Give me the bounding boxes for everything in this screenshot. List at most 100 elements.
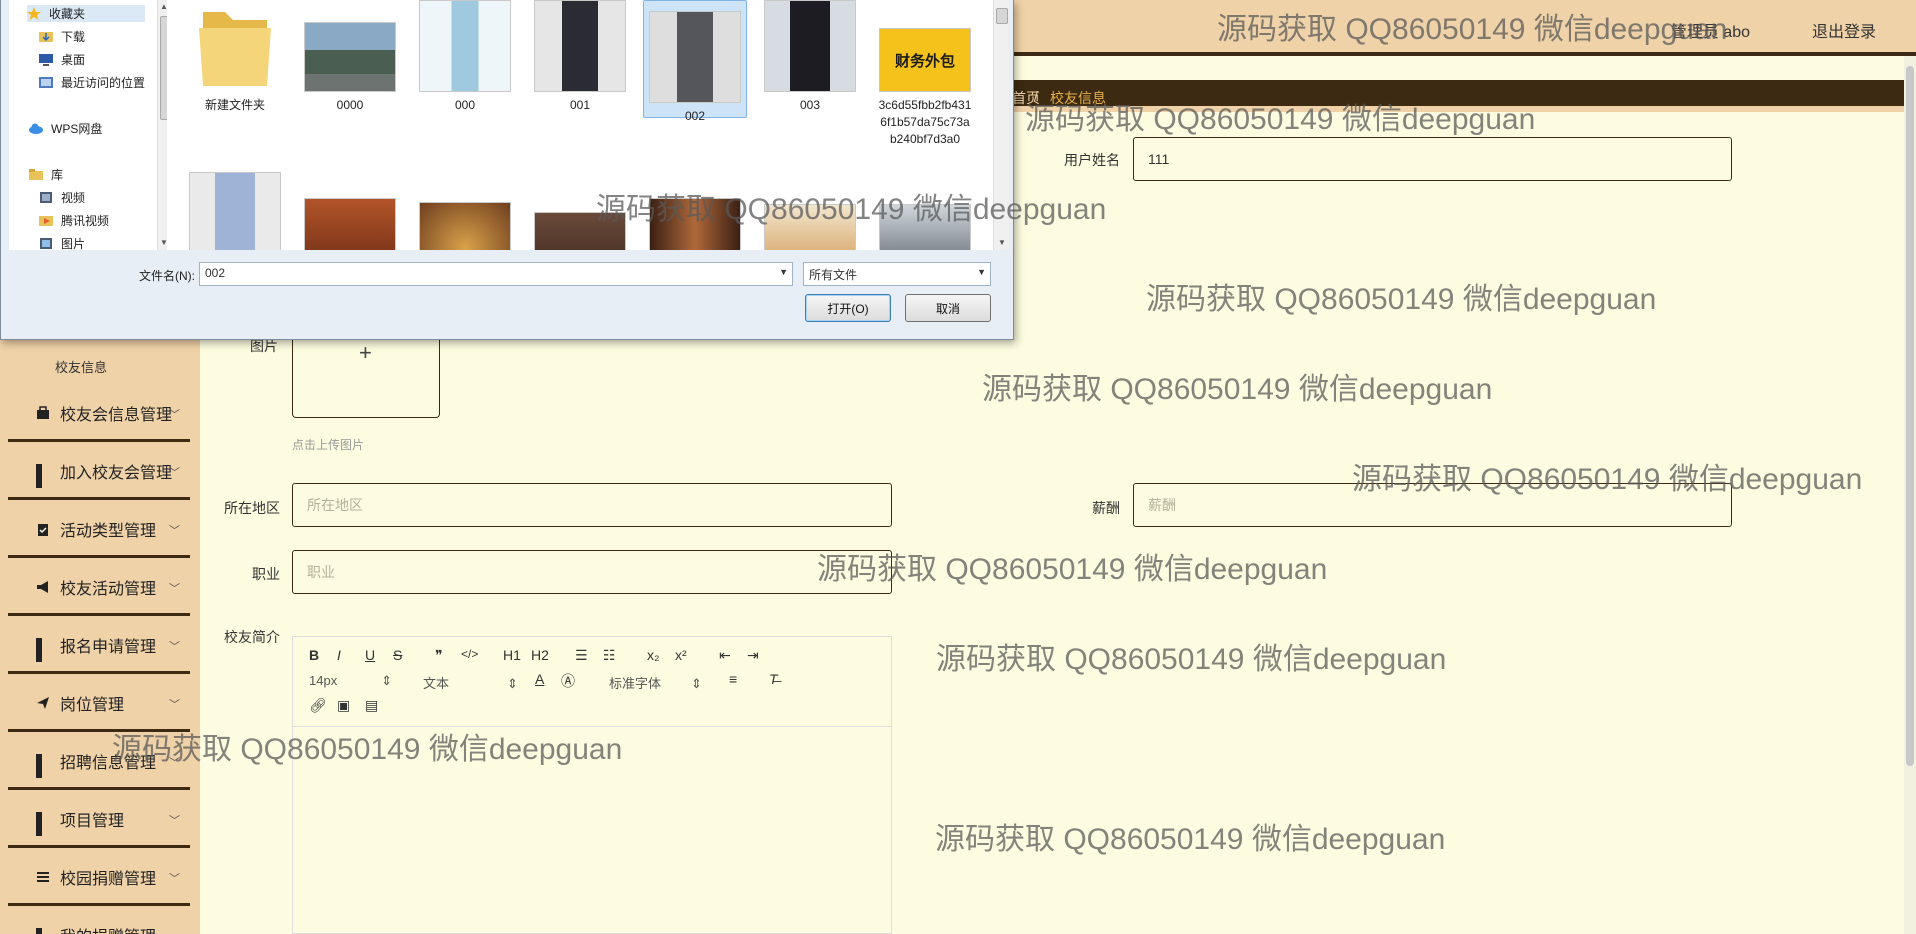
file-item[interactable]: 0000 <box>298 0 402 114</box>
rich-text-editor[interactable]: B I U S ❞ </> H1 H2 ☰ ☷ x₂ x² ⇤ ⇥ 14px ⇕ … <box>292 636 892 934</box>
grid-icon <box>36 637 50 662</box>
region-label: 所在地区 <box>224 500 280 516</box>
sidebar-item-recruitment[interactable]: 招聘信息管理 ﹀ <box>8 734 190 790</box>
scroll-down-icon[interactable]: ▼ <box>998 238 1006 247</box>
username-field[interactable]: 111 <box>1133 137 1732 181</box>
font-size-select[interactable]: 14px ⇕ <box>309 673 392 689</box>
file-item[interactable] <box>183 172 287 250</box>
h2-button[interactable]: H2 <box>531 647 549 663</box>
sidebar-item-label: 报名申请管理 <box>60 638 157 656</box>
file-item[interactable] <box>643 198 747 250</box>
file-list-scrollbar[interactable]: ▼ <box>993 0 1009 250</box>
bullet-list-icon[interactable]: ☷ <box>603 647 616 664</box>
grid-icon <box>36 811 50 836</box>
file-item[interactable] <box>528 212 632 250</box>
filename-input[interactable]: 002 ▼ <box>199 262 793 286</box>
chevron-down-icon[interactable]: ▼ <box>779 267 788 277</box>
blockquote-button[interactable]: ❞ <box>435 647 443 664</box>
sidebar-item-donations[interactable]: 校园捐赠管理 ﹀ <box>8 850 190 906</box>
superscript-button[interactable]: x² <box>675 647 687 663</box>
nav-library[interactable]: 库 <box>29 166 63 183</box>
file-list-scrollbar-thumb[interactable] <box>996 8 1008 24</box>
editor-toolbar: B I U S ❞ </> H1 H2 ☰ ☷ x₂ x² ⇤ ⇥ 14px ⇕ … <box>293 637 891 727</box>
chevron-down-icon: ﹀ <box>169 525 180 537</box>
chevron-down-icon: ﹀ <box>169 641 180 653</box>
sidebar-item-activity-type[interactable]: 活动类型管理 ﹀ <box>8 502 190 558</box>
cancel-button[interactable]: 取消 <box>905 294 991 322</box>
sidebar-item-alumni-activity[interactable]: 校友活动管理 ﹀ <box>8 560 190 616</box>
nav-desktop[interactable]: 桌面 <box>39 51 85 68</box>
file-item[interactable]: 新建文件夹 <box>183 0 287 114</box>
salary-input[interactable]: 薪酬 <box>1133 483 1732 527</box>
bold-button[interactable]: B <box>309 647 319 663</box>
font-family-select[interactable]: 标准字体 ⇕ <box>609 673 702 692</box>
outdent-icon[interactable]: ⇤ <box>719 647 731 664</box>
sidebar-item-alumni-association[interactable]: 校友会信息管理 ﹀ <box>8 386 190 442</box>
image-thumbnail <box>304 22 396 92</box>
file-item[interactable] <box>298 198 402 250</box>
nav-item-label: 最近访问的位置 <box>61 76 146 90</box>
underline-button[interactable]: U <box>365 647 375 663</box>
logout-link[interactable]: 退出登录 <box>1812 18 1876 42</box>
subscript-button[interactable]: x₂ <box>647 647 659 663</box>
file-item[interactable] <box>758 204 862 250</box>
tencent-video-icon <box>39 214 55 227</box>
page-scrollbar[interactable] <box>1904 56 1916 934</box>
desktop-icon <box>39 53 55 66</box>
italic-button[interactable]: I <box>337 647 341 663</box>
h1-button[interactable]: H1 <box>503 647 521 663</box>
cloud-icon <box>29 122 45 135</box>
nav-recent[interactable]: 最近访问的位置 <box>39 74 145 91</box>
nav-videos[interactable]: 视频 <box>39 189 85 206</box>
region-input[interactable]: 所在地区 <box>292 483 892 527</box>
file-name: 3c6d55fbb2fb4316f1b57da75c73ab240bf7d3a0 <box>878 98 972 146</box>
file-name: 002 <box>684 109 706 123</box>
file-item[interactable] <box>873 204 977 250</box>
strike-button[interactable]: S <box>393 647 402 663</box>
file-item[interactable] <box>413 202 517 250</box>
sidebar-item-projects[interactable]: 项目管理 ﹀ <box>8 792 190 848</box>
job-input[interactable]: 职业 <box>292 550 892 594</box>
clear-format-icon[interactable]: T̶ <box>769 671 778 687</box>
file-item-selected[interactable]: 002 <box>643 0 747 123</box>
open-button[interactable]: 打开(O) <box>805 294 891 322</box>
font-color-icon[interactable]: A <box>535 671 544 687</box>
nav-item-label: 收藏夹 <box>49 7 86 21</box>
photo-upload-hint[interactable]: 点击上传图片 <box>292 436 364 453</box>
highlight-color-icon[interactable]: Ⓐ <box>561 671 575 691</box>
nav-pictures[interactable]: 图片 <box>39 235 85 252</box>
align-icon[interactable]: ≡ <box>729 671 737 687</box>
nav-downloads[interactable]: 下载 <box>39 28 85 45</box>
ordered-list-icon[interactable]: ☰ <box>575 647 588 664</box>
page-scrollbar-thumb[interactable] <box>1906 66 1914 766</box>
link-icon[interactable]: 🔗︎ <box>309 697 327 714</box>
intro-label: 校友简介 <box>224 629 280 645</box>
chevron-updown-icon: ⇕ <box>691 676 702 691</box>
file-item[interactable]: 000 <box>413 0 517 114</box>
photo-upload[interactable]: + <box>292 340 440 418</box>
chevron-down-icon: ﹀ <box>169 467 180 479</box>
sidebar-item-join-association[interactable]: 加入校友会管理 ﹀ <box>8 444 190 500</box>
sidebar-item-label: 岗位管理 <box>60 696 125 714</box>
sidebar-item-registration[interactable]: 报名申请管理 ﹀ <box>8 618 190 674</box>
code-button[interactable]: </> <box>461 647 478 661</box>
nav-favorites[interactable]: 收藏夹 <box>27 5 146 22</box>
video-icon[interactable]: ▤ <box>365 697 378 714</box>
sidebar-section-label[interactable]: 校友信息 <box>55 357 107 376</box>
file-item[interactable]: 001 <box>528 0 632 114</box>
sidebar-item-positions[interactable]: 岗位管理 ﹀ <box>8 676 190 732</box>
file-item[interactable]: 财务外包 3c6d55fbb2fb4316f1b57da75c73ab240bf… <box>873 0 977 148</box>
nav-wps-cloud[interactable]: WPS网盘 <box>29 120 102 137</box>
file-item[interactable]: 003 <box>758 0 862 114</box>
text-type-value: 文本 <box>423 676 450 691</box>
sidebar-item-my-donations[interactable]: 我的捐赠管理 <box>8 908 190 934</box>
watermark-text: 源码获取 QQ86050149 微信deepguan <box>936 643 1447 676</box>
library-icon <box>29 168 45 181</box>
filetype-select[interactable]: 所有文件 ▼ <box>803 262 991 286</box>
image-thumbnail <box>534 212 626 250</box>
text-type-select[interactable]: 文本 ⇕ <box>423 673 518 692</box>
thumbnail-text: 财务外包 <box>894 52 955 70</box>
nav-tencent-video[interactable]: 腾讯视频 <box>39 212 109 229</box>
indent-icon[interactable]: ⇥ <box>747 647 759 664</box>
image-icon[interactable]: ▣ <box>337 697 350 714</box>
